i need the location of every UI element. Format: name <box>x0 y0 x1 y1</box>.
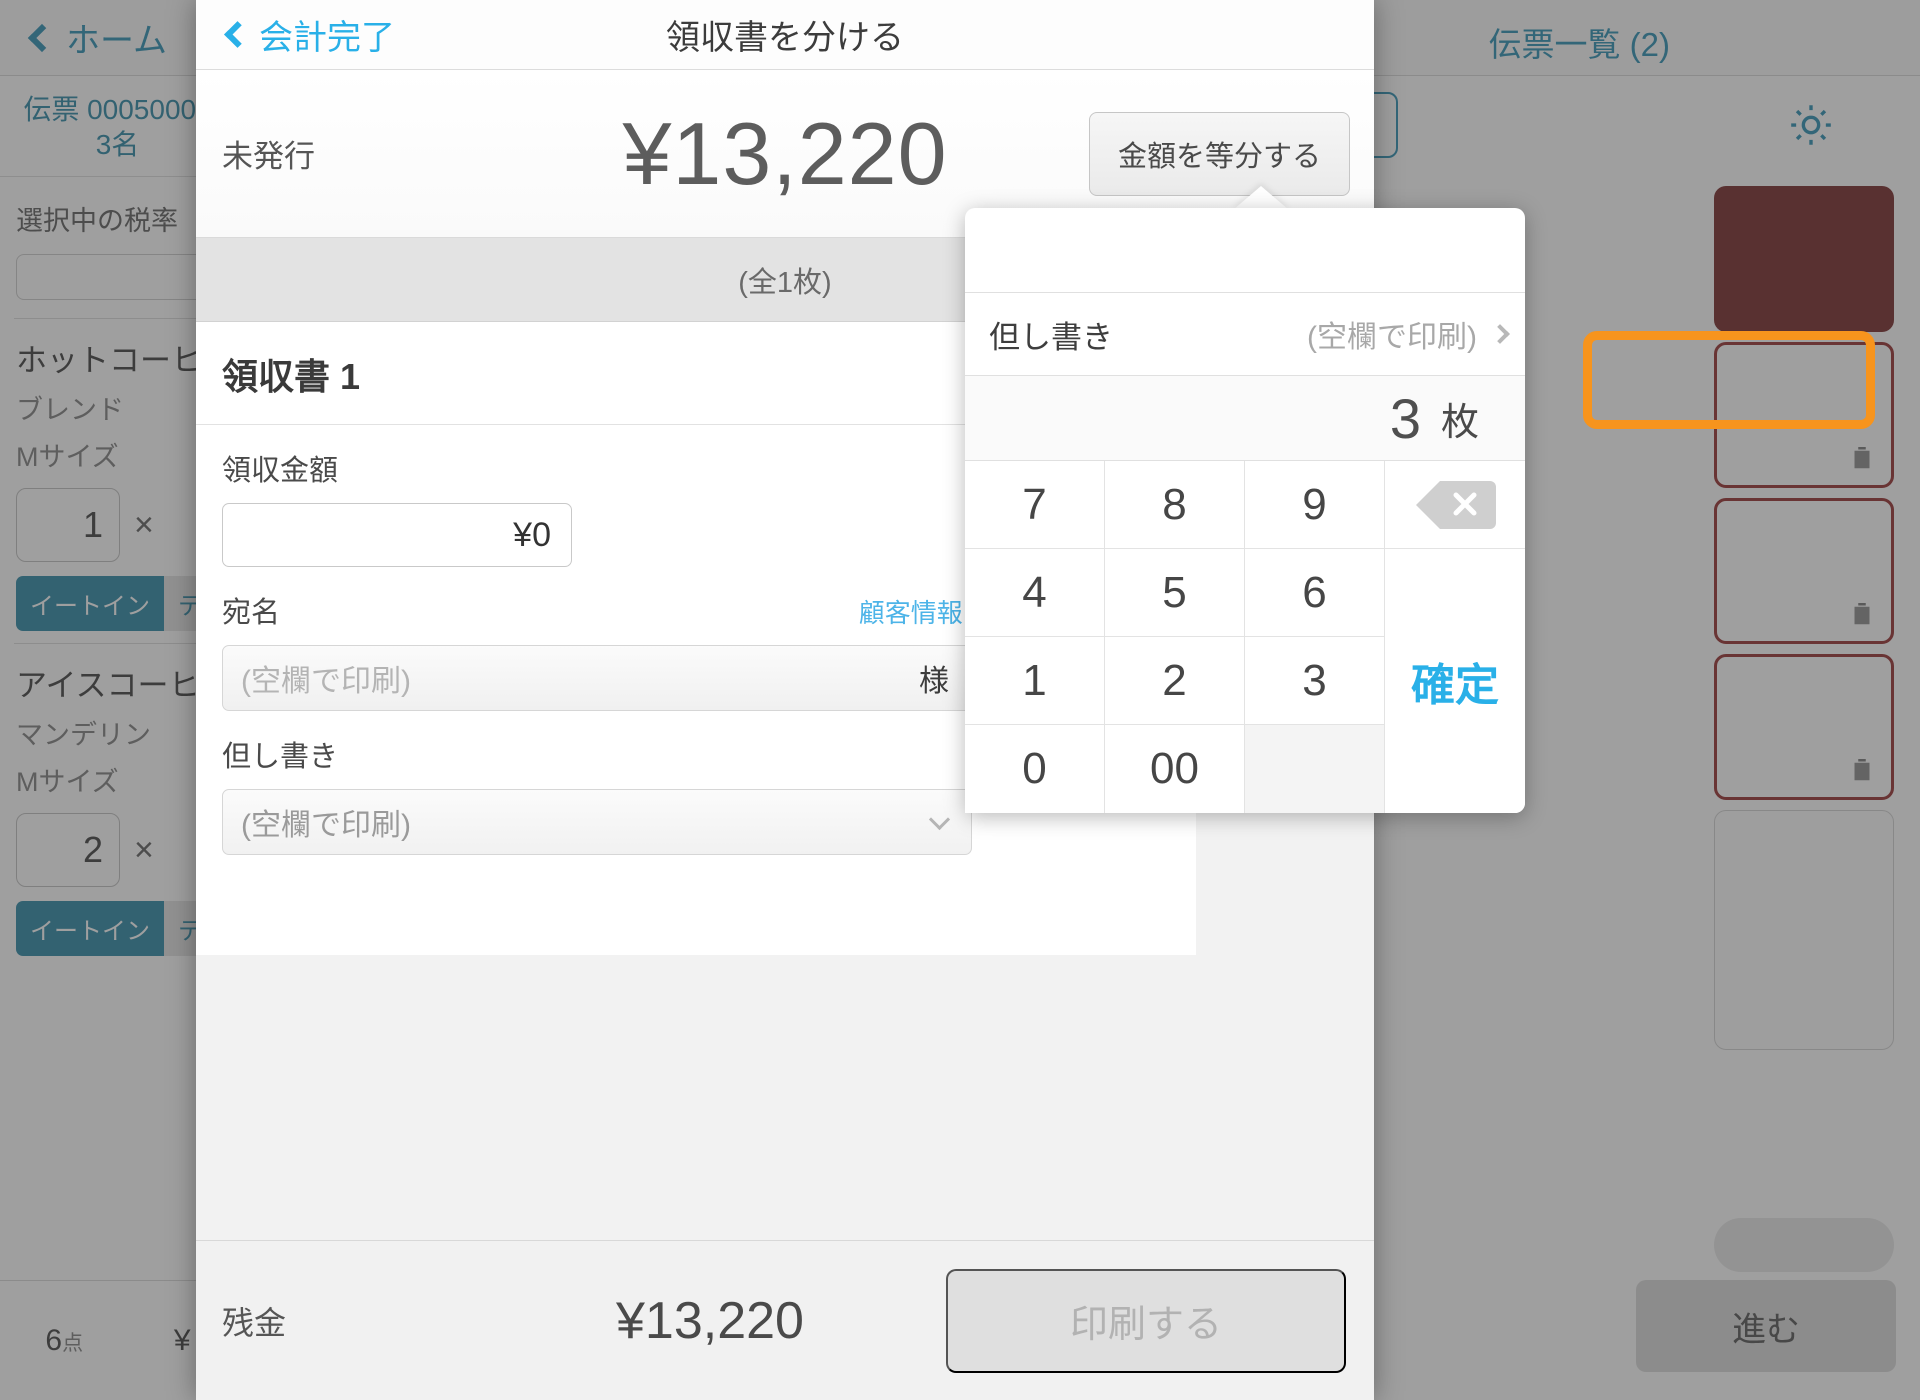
popover-note-label: 但し書き <box>989 319 1113 355</box>
popover-note-row[interactable]: 但し書き (空欄で印刷) <box>965 293 1525 376</box>
popover-note-value[interactable]: (空欄で印刷) <box>1307 312 1510 356</box>
note-selected-value: (空欄で印刷) <box>241 809 411 842</box>
receipt-amount-input[interactable]: ¥0 <box>222 503 572 567</box>
backspace-icon <box>1414 479 1496 531</box>
key-7[interactable]: 7 <box>965 461 1105 549</box>
balance-label: 残金 <box>222 1304 287 1341</box>
back-to-checkout-button[interactable]: 会計完了 <box>224 10 395 59</box>
chevron-down-icon <box>928 808 951 831</box>
confirm-button[interactable]: 確定 <box>1385 549 1525 813</box>
popover-note-text: (空欄で印刷) <box>1307 321 1477 354</box>
popover-top-spacer <box>965 208 1525 293</box>
equal-split-button[interactable]: 金額を等分する <box>1088 111 1350 196</box>
sheet-count-popover: 但し書き (空欄で印刷) 3 枚 7 8 9 4 5 6 確定 1 2 3 0 … <box>965 208 1525 813</box>
chevron-right-icon <box>1490 324 1510 344</box>
back-label: 会計完了 <box>259 19 395 57</box>
key-5[interactable]: 5 <box>1105 549 1245 637</box>
key-3[interactable]: 3 <box>1245 637 1385 725</box>
card-bottom-spacer <box>196 855 1196 955</box>
key-1[interactable]: 1 <box>965 637 1105 725</box>
sheet-count-unit: 枚 <box>1440 401 1479 444</box>
print-button[interactable]: 印刷する <box>946 1268 1346 1373</box>
chevron-left-icon <box>224 21 251 48</box>
key-6[interactable]: 6 <box>1245 549 1385 637</box>
name-placeholder: (空欄で印刷) <box>241 665 411 698</box>
receipt-name-input[interactable]: (空欄で印刷) 様 <box>222 645 972 711</box>
key-9[interactable]: 9 <box>1245 461 1385 549</box>
modal-footer: 残金 ¥13,220 印刷する <box>196 1240 1374 1400</box>
key-2[interactable]: 2 <box>1105 637 1245 725</box>
numeric-keypad: 7 8 9 4 5 6 確定 1 2 3 0 00 <box>965 461 1525 813</box>
key-00[interactable]: 00 <box>1105 725 1245 813</box>
key-4[interactable]: 4 <box>965 549 1105 637</box>
popover-arrow <box>1233 186 1289 210</box>
key-8[interactable]: 8 <box>1105 461 1245 549</box>
name-suffix: 様 <box>919 665 949 698</box>
key-0[interactable]: 0 <box>965 725 1105 813</box>
screen-root: ホーム ) 伝票一覧 (2) 伝票 00050000 3名 <box>0 0 1920 1400</box>
sheet-count-value: 3 <box>1389 386 1421 450</box>
key-blank <box>1245 725 1385 813</box>
modal-header: 会計完了 領収書を分ける <box>196 0 1374 70</box>
receipt-note-select[interactable]: (空欄で印刷) <box>222 789 972 855</box>
popover-count-row: 3 枚 <box>965 376 1525 461</box>
name-field-label: 宛名 <box>222 597 281 629</box>
balance-value: ¥13,220 <box>616 1291 804 1350</box>
key-delete[interactable] <box>1385 461 1525 549</box>
